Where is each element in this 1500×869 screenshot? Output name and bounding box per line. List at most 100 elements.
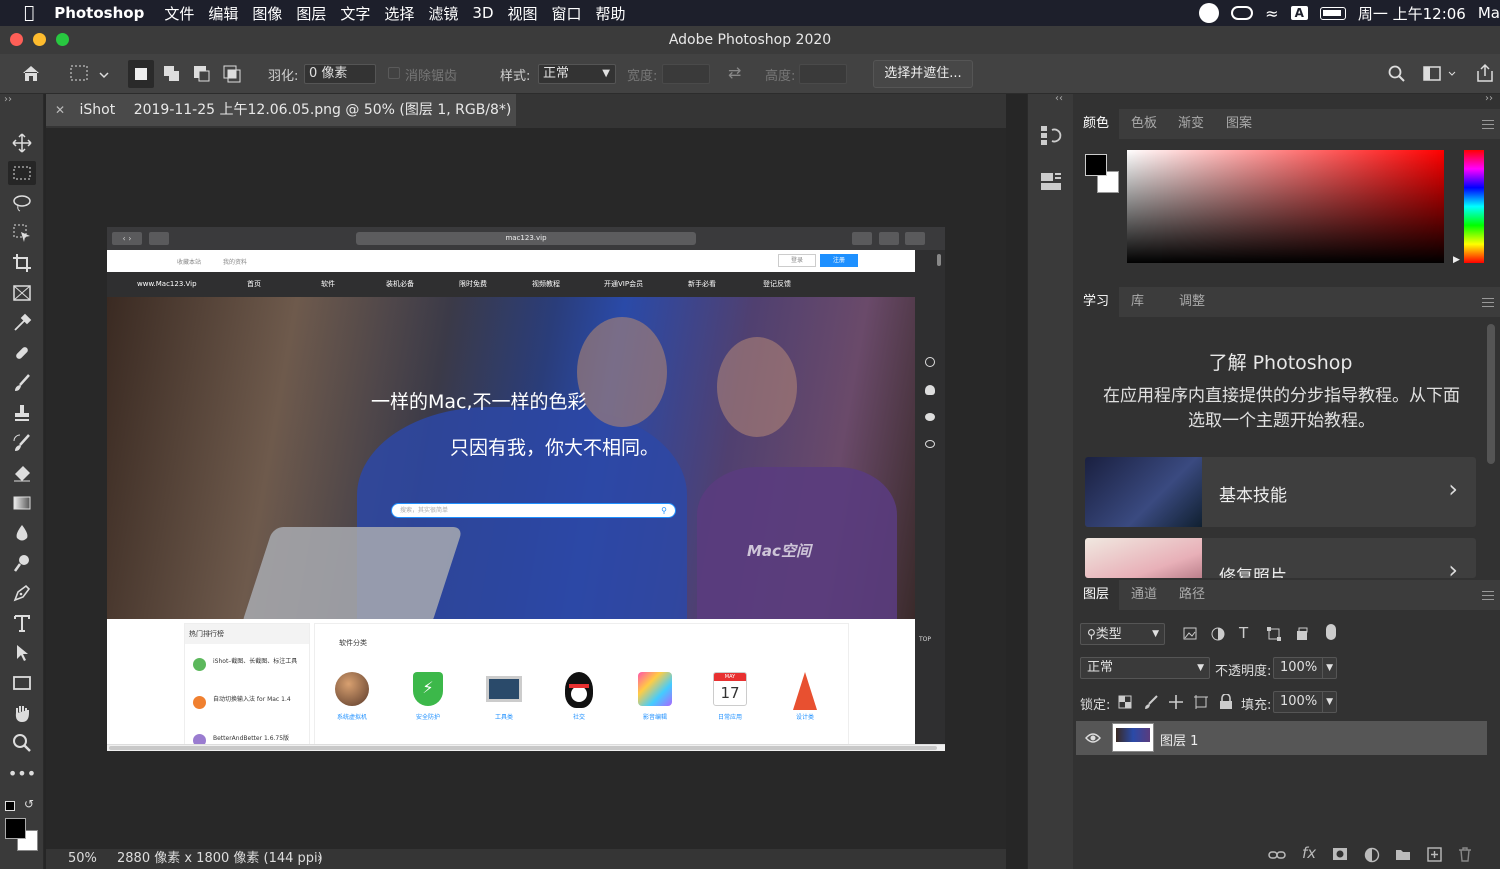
lock-position-icon[interactable] — [1168, 694, 1184, 710]
menu-app-name[interactable]: Photoshop — [54, 4, 144, 22]
pixel-layer-filter-icon[interactable] — [1183, 627, 1197, 640]
delete-layer-icon[interactable] — [1458, 846, 1472, 862]
brush-tool-icon[interactable] — [8, 371, 36, 395]
dodge-tool-icon[interactable] — [8, 551, 36, 575]
menu-filter[interactable]: 滤镜 — [428, 3, 458, 24]
tab-learn[interactable]: 学习 — [1073, 287, 1119, 317]
menu-select[interactable]: 选择 — [384, 3, 414, 24]
menu-type[interactable]: 文字 — [340, 3, 370, 24]
shape-layer-filter-icon[interactable] — [1267, 627, 1281, 641]
input-method-icon[interactable]: A — [1290, 6, 1308, 20]
fill-input[interactable]: 100% ▼ — [1273, 691, 1337, 713]
hue-slider[interactable] — [1464, 150, 1484, 263]
width-input[interactable] — [662, 64, 710, 84]
height-input[interactable] — [799, 64, 847, 84]
collapse-tools-icon[interactable]: ›› — [4, 94, 12, 105]
filter-toggle-icon[interactable] — [1326, 624, 1336, 640]
chevron-down-icon[interactable]: ▼ — [1322, 658, 1333, 678]
close-tab-icon[interactable]: ✕ — [55, 103, 65, 117]
search-icon[interactable] — [1388, 65, 1406, 83]
layer-row[interactable]: 图层 1 — [1076, 721, 1487, 755]
learn-card-basic-skills[interactable]: 基本技能 › — [1085, 457, 1476, 527]
zoom-tool-icon[interactable] — [8, 731, 36, 755]
info-chevron-icon[interactable]: › — [317, 849, 322, 869]
properties-panel-icon[interactable] — [1040, 170, 1062, 192]
rect-marquee-preset-icon[interactable] — [70, 65, 110, 83]
minimize-window-button[interactable] — [33, 33, 46, 46]
foreground-color-swatch[interactable] — [5, 818, 26, 839]
lock-image-pixels-icon[interactable] — [1143, 694, 1159, 710]
new-adjustment-layer-icon[interactable] — [1364, 847, 1380, 863]
menu-layer[interactable]: 图层 — [296, 3, 326, 24]
antialias-checkbox[interactable] — [388, 67, 400, 79]
learn-scrollbar[interactable] — [1487, 324, 1495, 464]
eye-icon[interactable] — [1085, 732, 1101, 744]
rectangle-tool-icon[interactable] — [8, 671, 36, 695]
tab-swatches[interactable]: 色板 — [1131, 109, 1157, 139]
document-info[interactable]: 2880 像素 x 1800 像素 (144 ppi) — [117, 849, 323, 869]
share-icon[interactable] — [1476, 63, 1494, 83]
hue-slider-indicator-icon[interactable]: ▶ — [1453, 255, 1460, 265]
lasso-tool-icon[interactable] — [8, 191, 36, 215]
home-icon[interactable] — [21, 64, 41, 82]
more-tools-icon[interactable]: ••• — [8, 761, 36, 785]
layer-style-icon[interactable]: fx — [1302, 844, 1316, 862]
pen-tool-icon[interactable] — [8, 581, 36, 605]
new-selection-button[interactable] — [128, 60, 154, 88]
subtract-selection-icon[interactable] — [193, 65, 211, 83]
menu-help[interactable]: 帮助 — [596, 3, 626, 24]
menu-window[interactable]: 窗口 — [552, 3, 582, 24]
clone-stamp-tool-icon[interactable] — [8, 401, 36, 425]
zoom-window-button[interactable] — [56, 33, 69, 46]
color-panel-menu-icon[interactable] — [1482, 120, 1494, 129]
feather-input[interactable]: 0 像素 — [304, 64, 376, 84]
select-and-mask-button[interactable]: 选择并遮住... — [873, 60, 973, 88]
document-image[interactable]: ‹ › mac123.vip 收藏本站 我的资料 登录 注册 www.Mac12… — [107, 227, 945, 751]
default-colors-icon[interactable] — [5, 801, 15, 811]
tab-channels[interactable]: 通道 — [1131, 580, 1157, 610]
collapse-panels-icon[interactable]: ‹‹ — [1055, 93, 1063, 104]
move-tool-icon[interactable] — [8, 131, 36, 155]
new-layer-icon[interactable] — [1427, 847, 1442, 862]
wifi-icon[interactable]: ≈ — [1265, 4, 1278, 23]
tab-patterns[interactable]: 图案 — [1226, 109, 1252, 139]
style-select[interactable]: 正常 ▼ — [538, 64, 616, 84]
lock-artboard-icon[interactable] — [1193, 694, 1209, 710]
eraser-tool-icon[interactable] — [8, 461, 36, 485]
apple-icon[interactable]:  — [24, 3, 34, 23]
marquee-tool-icon[interactable] — [8, 161, 36, 185]
link-layers-icon[interactable] — [1268, 849, 1286, 861]
opacity-input[interactable]: 100% ▼ — [1273, 657, 1337, 679]
blend-mode-select[interactable]: 正常 ▼ — [1080, 657, 1210, 679]
color-field[interactable] — [1127, 150, 1444, 263]
layer-name[interactable]: 图层 1 — [1160, 730, 1198, 749]
close-window-button[interactable] — [10, 33, 23, 46]
tab-color[interactable]: 颜色 — [1073, 109, 1119, 139]
blur-tool-icon[interactable] — [8, 521, 36, 545]
type-tool-icon[interactable] — [8, 611, 36, 635]
menu-edit[interactable]: 编辑 — [208, 3, 238, 24]
object-select-tool-icon[interactable] — [8, 221, 36, 245]
new-group-icon[interactable] — [1395, 848, 1411, 861]
learn-panel-menu-icon[interactable] — [1482, 298, 1494, 307]
healing-brush-tool-icon[interactable] — [8, 341, 36, 365]
battery-icon[interactable] — [1319, 6, 1346, 20]
adjustment-layer-filter-icon[interactable] — [1211, 627, 1225, 641]
layer-filter-select[interactable]: ⚲类型 ▼ — [1080, 623, 1165, 645]
history-panel-icon[interactable] — [1040, 124, 1062, 146]
tab-libraries[interactable]: 库 — [1131, 287, 1144, 317]
swap-colors-icon[interactable]: ↺ — [24, 797, 34, 811]
expand-panels-icon[interactable]: ›› — [1485, 93, 1493, 104]
history-brush-tool-icon[interactable] — [8, 431, 36, 455]
lock-transparent-pixels-icon[interactable] — [1118, 695, 1132, 709]
frame-tool-icon[interactable] — [8, 281, 36, 305]
document-tab[interactable]: ✕ iShot 2019-11-25 上午12.06.05.png @ 50% … — [46, 94, 516, 126]
zoom-level[interactable]: 50% — [68, 849, 97, 869]
tab-gradients[interactable]: 渐变 — [1178, 109, 1204, 139]
hand-tool-icon[interactable] — [8, 701, 36, 725]
intersect-selection-icon[interactable] — [223, 65, 241, 83]
menu-image[interactable]: 图像 — [252, 3, 282, 24]
swap-dimensions-icon[interactable]: ⇄ — [728, 63, 741, 82]
gradient-tool-icon[interactable] — [8, 491, 36, 515]
tab-adjustments[interactable]: 调整 — [1179, 287, 1205, 317]
